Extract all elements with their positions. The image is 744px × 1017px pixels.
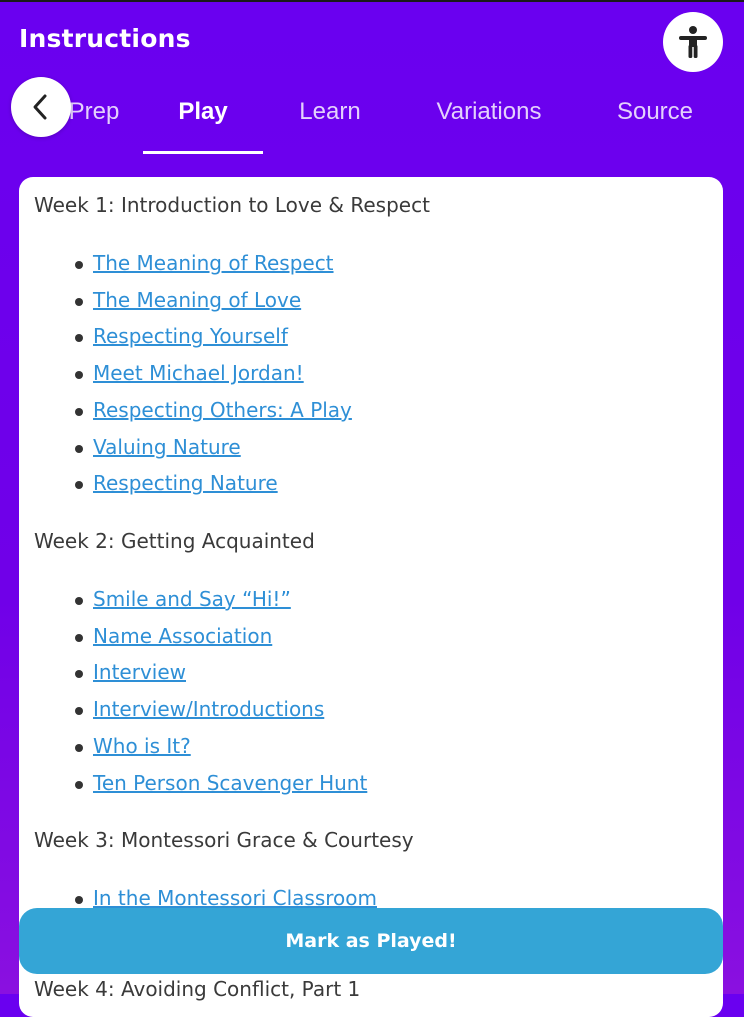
bullet <box>75 744 83 752</box>
tab-variations[interactable]: Variations <box>418 98 560 126</box>
activity-link[interactable]: Valuing Nature <box>93 435 241 459</box>
bullet <box>75 670 83 678</box>
accessibility-person-icon <box>679 26 707 58</box>
bullet <box>75 634 83 642</box>
chevron-left-icon <box>33 94 47 120</box>
bullet <box>75 334 83 342</box>
tab-source[interactable]: Source <box>600 98 710 126</box>
bullet <box>75 781 83 789</box>
week-heading: Week 4: Avoiding Conflict, Part 1 <box>34 977 361 1001</box>
page-title: Instructions <box>19 24 191 53</box>
bullet <box>75 896 83 904</box>
activity-link[interactable]: Who is It? <box>93 734 191 758</box>
active-tab-indicator <box>143 151 263 154</box>
week-heading: Week 2: Getting Acquainted <box>34 529 315 553</box>
bullet <box>75 298 83 306</box>
bullet <box>75 408 83 416</box>
bullet <box>75 481 83 489</box>
activity-link[interactable]: Respecting Yourself <box>93 324 288 348</box>
tab-learn[interactable]: Learn <box>278 98 382 126</box>
accessibility-button[interactable] <box>663 12 723 72</box>
activity-link[interactable]: Smile and Say “Hi!” <box>93 587 291 611</box>
activity-link[interactable]: Respecting Others: A Play <box>93 398 352 422</box>
bullet <box>75 597 83 605</box>
bullet <box>75 445 83 453</box>
back-button[interactable] <box>11 77 71 137</box>
activity-link[interactable]: In the Montessori Classroom <box>93 886 377 910</box>
week-heading: Week 3: Montessori Grace & Courtesy <box>34 828 414 852</box>
activity-link[interactable]: Name Association <box>93 624 272 648</box>
week-heading: Week 1: Introduction to Love & Respect <box>34 193 430 217</box>
instructions-card: Week 1: Introduction to Love & Respect T… <box>19 177 723 1017</box>
activity-link[interactable]: Interview <box>93 660 186 684</box>
bullet <box>75 707 83 715</box>
activity-link[interactable]: The Meaning of Love <box>93 288 301 312</box>
status-bar-line <box>0 0 744 2</box>
tab-bar: Prep Play Learn Variations Source <box>0 80 744 156</box>
bullet <box>75 261 83 269</box>
activity-link[interactable]: Respecting Nature <box>93 471 278 495</box>
activity-link[interactable]: Interview/Introductions <box>93 697 324 721</box>
tab-play[interactable]: Play <box>143 98 263 126</box>
activity-link[interactable]: Meet Michael Jordan! <box>93 361 304 385</box>
bullet <box>75 371 83 379</box>
activity-link[interactable]: The Meaning of Respect <box>93 251 334 275</box>
activity-link[interactable]: Ten Person Scavenger Hunt <box>93 771 367 795</box>
mark-as-played-button[interactable]: Mark as Played! <box>19 908 723 974</box>
